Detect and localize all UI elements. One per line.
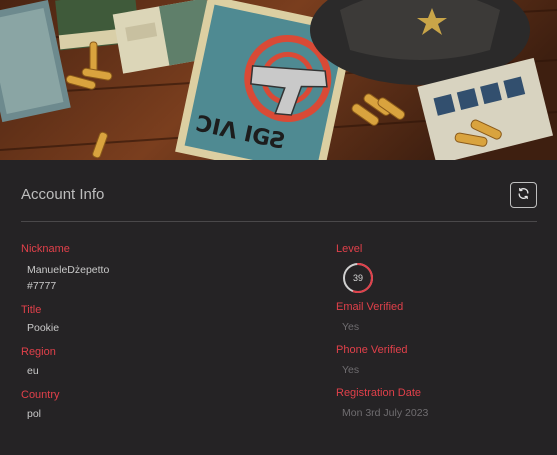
email-verified-label: Email Verified — [336, 301, 404, 313]
region-label: Region — [21, 346, 56, 358]
country-value: pol — [27, 408, 42, 420]
phone-verified-value: Yes — [342, 364, 360, 376]
header-divider — [21, 221, 537, 222]
title-value: Pookie — [27, 322, 60, 334]
nickname-value: ManueleDżepetto — [27, 264, 110, 276]
account-info-panel — [0, 160, 557, 455]
section-title: Account Info — [21, 186, 105, 203]
level-label: Level — [336, 243, 363, 255]
level-value: 39 — [352, 273, 363, 283]
email-verified-value: Yes — [342, 321, 360, 333]
registration-date-value: Mon 3rd July 2023 — [342, 407, 429, 419]
nickname-tag: #7777 — [27, 280, 57, 292]
refresh-button[interactable] — [510, 182, 537, 208]
registration-date-label: Registration Date — [336, 387, 421, 399]
refresh-icon — [517, 187, 530, 203]
nickname-label: Nickname — [21, 243, 70, 255]
banner-image: ƆΙΛ ΙGƧ — [0, 0, 557, 160]
phone-verified-label: Phone Verified — [336, 344, 408, 356]
title-label: Title — [21, 304, 42, 316]
country-label: Country — [21, 389, 60, 401]
region-value: eu — [27, 365, 39, 377]
